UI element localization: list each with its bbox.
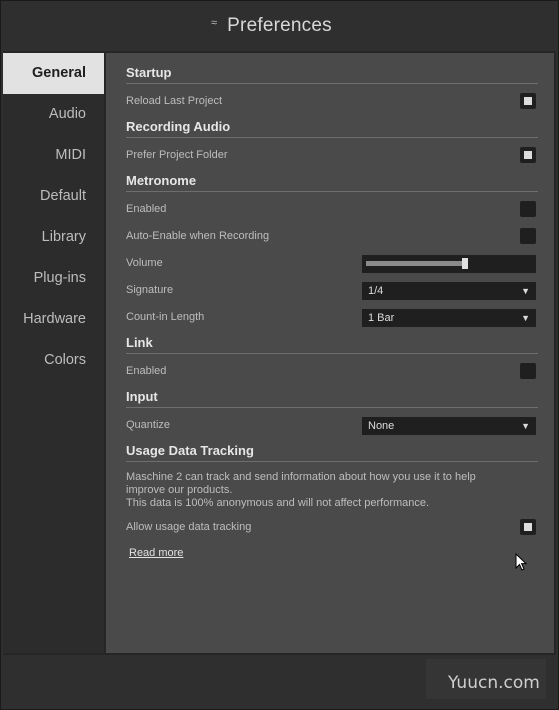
sidebar: General Audio MIDI Default Library Plug-… (3, 53, 104, 653)
signature-select[interactable]: 1/4 ▼ (362, 282, 536, 300)
title-bar: ≈ Preferences (1, 1, 558, 51)
sidebar-item-default[interactable]: Default (3, 176, 104, 217)
usage-description-line: Maschine 2 can track and send informatio… (126, 471, 476, 483)
dropdown-arrow-icon: ▼ (521, 313, 530, 323)
sidebar-item-plug-ins[interactable]: Plug-ins (3, 258, 104, 299)
sidebar-item-midi[interactable]: MIDI (3, 135, 104, 176)
link-enabled-label: Enabled (126, 365, 167, 377)
section-metronome-title: Metronome (126, 173, 538, 192)
dropdown-arrow-icon: ▼ (521, 421, 530, 431)
signature-value: 1/4 (368, 285, 384, 297)
count-in-length-value: 1 Bar (368, 312, 395, 324)
read-more-link[interactable]: Read more (129, 547, 183, 559)
section-usage-title: Usage Data Tracking (126, 443, 538, 462)
section-link-title: Link (126, 335, 538, 354)
metronome-enabled-label: Enabled (126, 203, 167, 215)
dropdown-arrow-icon: ▼ (521, 286, 530, 296)
logo-icon: ≈ (211, 17, 218, 29)
quantize-label: Quantize (126, 419, 171, 431)
link-enabled-checkbox[interactable] (520, 363, 536, 379)
settings-panel: Startup Reload Last Project Recording Au… (106, 53, 554, 653)
prefer-project-folder-checkbox[interactable] (520, 147, 536, 163)
sidebar-item-general[interactable]: General (3, 53, 104, 94)
usage-description-line: improve our products. (126, 484, 233, 496)
allow-usage-tracking-label: Allow usage data tracking (126, 521, 252, 533)
count-in-length-label: Count-in Length (126, 311, 205, 323)
auto-enable-label: Auto-Enable when Recording (126, 230, 270, 242)
sidebar-item-library[interactable]: Library (3, 217, 104, 258)
auto-enable-checkbox[interactable] (520, 228, 536, 244)
metronome-enabled-checkbox[interactable] (520, 201, 536, 217)
count-in-length-select[interactable]: 1 Bar ▼ (362, 309, 536, 327)
reload-last-project-label: Reload Last Project (126, 95, 222, 107)
window-title: Preferences (227, 15, 332, 36)
allow-usage-tracking-checkbox[interactable] (520, 519, 536, 535)
volume-slider-handle[interactable] (462, 258, 468, 269)
sidebar-item-audio[interactable]: Audio (3, 94, 104, 135)
mouse-pointer-icon (515, 553, 528, 571)
quantize-value: None (368, 420, 395, 432)
usage-description: Maschine 2 can track and send informatio… (126, 471, 536, 510)
volume-label: Volume (126, 257, 163, 269)
section-startup-title: Startup (126, 65, 538, 84)
watermark-text: Yuucn.com (448, 673, 540, 693)
signature-label: Signature (126, 284, 174, 296)
preferences-window: ≈ Preferences General Audio MIDI Default… (0, 0, 559, 710)
sidebar-item-colors[interactable]: Colors (3, 340, 104, 381)
reload-last-project-checkbox[interactable] (520, 93, 536, 109)
volume-slider-fill (366, 261, 466, 266)
volume-slider[interactable] (362, 255, 536, 273)
sidebar-item-hardware[interactable]: Hardware (3, 299, 104, 340)
section-input-title: Input (126, 389, 538, 408)
prefer-project-folder-label: Prefer Project Folder (126, 149, 228, 161)
section-recording-audio-title: Recording Audio (126, 119, 538, 138)
usage-description-line: This data is 100% anonymous and will not… (126, 497, 430, 509)
quantize-select[interactable]: None ▼ (362, 417, 536, 435)
